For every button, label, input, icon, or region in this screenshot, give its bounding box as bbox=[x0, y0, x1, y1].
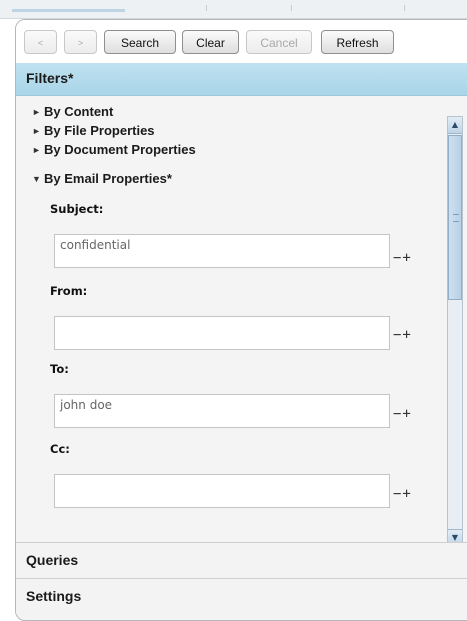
tab-separator bbox=[404, 5, 405, 11]
queries-section-header[interactable]: Queries bbox=[16, 542, 467, 579]
settings-title: Settings bbox=[26, 588, 82, 604]
cc-input[interactable] bbox=[54, 474, 390, 508]
active-tab-indicator[interactable] bbox=[12, 9, 125, 12]
tree-item-label: By Content bbox=[44, 104, 114, 119]
filters-title: Filters* bbox=[26, 70, 74, 86]
tree-item-by-content[interactable]: ► By Content bbox=[32, 104, 113, 119]
search-panel: < > Search Clear Cancel Refresh Filters*… bbox=[15, 19, 467, 621]
filters-body: ► By Content ► By File Properties ► By Docu… bbox=[16, 96, 467, 558]
cancel-button[interactable]: Cancel bbox=[246, 30, 312, 54]
collapsed-arrow-icon: ► bbox=[32, 107, 41, 117]
to-input[interactable]: john doe bbox=[54, 394, 390, 428]
queries-title: Queries bbox=[26, 552, 79, 568]
collapsed-arrow-icon: ► bbox=[32, 145, 41, 155]
scroll-up-icon[interactable]: ▲ bbox=[448, 117, 462, 134]
forward-button[interactable]: > bbox=[64, 30, 97, 54]
settings-section-header[interactable]: Settings bbox=[16, 578, 467, 615]
tab-strip bbox=[0, 0, 467, 19]
subject-label: Subject: bbox=[50, 202, 104, 216]
filters-scrollbar[interactable]: ▲ ▼ bbox=[447, 116, 463, 546]
tree-item-label: By Document Properties bbox=[44, 142, 196, 157]
cc-remove-add-controls[interactable]: −+ bbox=[393, 486, 412, 502]
grip-icon bbox=[453, 214, 459, 222]
collapsed-arrow-icon: ► bbox=[32, 126, 41, 136]
from-label: From: bbox=[50, 284, 88, 298]
subject-remove-add-controls[interactable]: −+ bbox=[393, 250, 412, 266]
expanded-arrow-icon: ▼ bbox=[32, 174, 41, 184]
to-label: To: bbox=[50, 362, 69, 376]
toolbar: < > Search Clear Cancel Refresh bbox=[16, 20, 467, 64]
tree-item-by-email-properties[interactable]: ▼ By Email Properties* bbox=[32, 171, 172, 186]
tree-item-by-file-properties[interactable]: ► By File Properties bbox=[32, 123, 155, 138]
to-remove-add-controls[interactable]: −+ bbox=[393, 406, 412, 422]
clear-button[interactable]: Clear bbox=[182, 30, 239, 54]
refresh-button[interactable]: Refresh bbox=[321, 30, 394, 54]
cc-label: Cc: bbox=[50, 442, 70, 456]
search-button[interactable]: Search bbox=[104, 30, 176, 54]
filters-section-header[interactable]: Filters* bbox=[16, 63, 467, 96]
scrollbar-thumb[interactable] bbox=[448, 135, 462, 300]
tree-item-label: By Email Properties* bbox=[44, 171, 172, 186]
from-remove-add-controls[interactable]: −+ bbox=[393, 327, 412, 343]
tree-item-by-document-properties[interactable]: ► By Document Properties bbox=[32, 142, 196, 157]
tree-item-label: By File Properties bbox=[44, 123, 155, 138]
subject-input[interactable]: confidential bbox=[54, 234, 390, 268]
back-button[interactable]: < bbox=[24, 30, 57, 54]
tab-separator bbox=[206, 5, 207, 11]
from-input[interactable] bbox=[54, 316, 390, 350]
tab-separator bbox=[291, 5, 292, 11]
